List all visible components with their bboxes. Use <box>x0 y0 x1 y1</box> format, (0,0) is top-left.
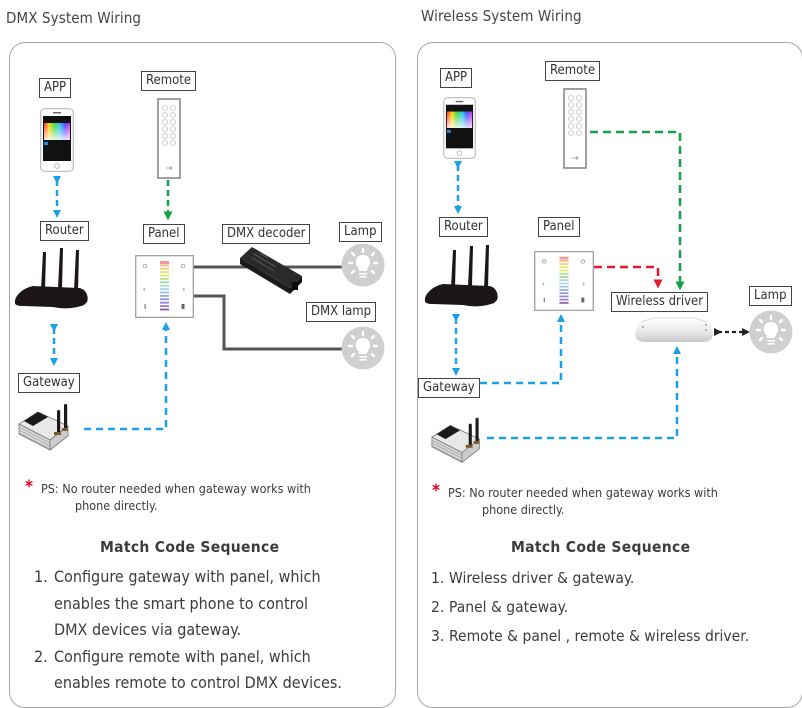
dmx-gateway-icon <box>18 404 69 451</box>
slider-segment <box>559 276 569 278</box>
slider-segment <box>559 272 569 275</box>
dmx-asterisk-icon: * <box>25 477 33 497</box>
dmx-step-line: Configure gateway with panel, which <box>54 567 321 586</box>
slider-segment <box>559 269 569 272</box>
slider-segment <box>559 292 569 295</box>
dmx-sequence-list: 1. Configure gateway with panel, which e… <box>34 564 394 697</box>
dmx-sequence-title: Match Code Sequence <box>100 538 280 556</box>
dmx-panel-label: Panel <box>143 224 185 244</box>
wl-note-line2: phone directly. <box>482 502 565 517</box>
wl-ps-note: * PS: No router needed when gateway work… <box>432 483 718 518</box>
slider-segment <box>559 295 569 298</box>
dmx-step: 2. Configure remote with panel, which en… <box>34 644 394 697</box>
dmx-step-line: enables remote to control DMX devices. <box>54 673 342 692</box>
slider-segment <box>559 302 569 304</box>
dmx-router-icon <box>14 248 88 309</box>
wl-step-line: Panel & gateway. <box>449 598 569 616</box>
dmx-dmxlamp-icon <box>341 326 385 370</box>
dmx-lamp-label: Lamp <box>339 222 382 242</box>
slider-segment <box>559 266 569 269</box>
dmx-decoder-label: DMX decoder <box>222 224 311 244</box>
slider-segment <box>160 278 169 280</box>
wl-step-line: Wireless driver & gateway. <box>449 569 635 587</box>
wl-asterisk-icon: * <box>432 481 440 501</box>
wl-sequence-list: 1. Wireless driver & gateway. 2. Panel &… <box>431 564 801 651</box>
dmx-decoder-icon <box>240 247 302 294</box>
dmx-app-label: APP <box>39 78 72 98</box>
dmx-dmxlamp-label: DMX lamp <box>306 302 377 322</box>
slider-segment <box>160 298 169 301</box>
wl-router-label: Router <box>439 217 488 237</box>
wl-step: 3. Remote & panel , remote & wireless dr… <box>431 622 801 651</box>
wl-step-number: 1. <box>431 569 445 587</box>
wl-remote-icon <box>563 88 587 169</box>
dmx-note-prefix: PS: <box>41 481 59 496</box>
slider-segment <box>160 301 169 304</box>
wl-step: 1. Wireless driver & gateway. <box>431 564 801 593</box>
dmx-step-line: Configure remote with panel, which <box>54 646 311 666</box>
dmx-step-line: DMX devices via gateway. <box>54 620 242 639</box>
dmx-remote-label: Remote <box>141 71 197 91</box>
wl-step: 2. Panel & gateway. <box>431 593 801 622</box>
slider-segment <box>160 305 169 307</box>
wl-note-line1: No router needed when gateway works with <box>469 485 718 500</box>
slider-segment <box>160 264 169 267</box>
slider-segment <box>559 289 569 291</box>
wl-step-number: 3. <box>431 627 445 645</box>
dmx-note-line1: No router needed when gateway works with <box>62 481 311 496</box>
dmx-router-label: Router <box>40 221 89 241</box>
slider-segment <box>160 271 169 273</box>
wl-note-prefix: PS: <box>448 485 466 500</box>
slider-segment <box>559 282 569 285</box>
wl-remote-label: Remote <box>545 61 601 81</box>
wl-step-number: 2. <box>431 598 445 616</box>
slider-segment <box>559 279 569 282</box>
wl-lamp-icon <box>749 310 793 354</box>
slider-segment <box>160 288 169 290</box>
wl-sequence-title: Match Code Sequence <box>511 538 691 556</box>
dmx-remote-icon <box>157 98 181 179</box>
wireless-section-title: Wireless System Wiring <box>421 7 582 25</box>
slider-segment <box>160 274 169 277</box>
wl-panel-icon <box>534 251 594 311</box>
dmx-step: 1. Configure gateway with panel, which e… <box>34 564 394 644</box>
slider-segment <box>160 295 169 297</box>
slider-segment <box>559 256 569 260</box>
wl-driver-icon <box>635 317 713 342</box>
slider-segment <box>559 263 569 265</box>
wl-gateway-icon <box>431 417 481 464</box>
dmx-note-line2: phone directly. <box>75 498 158 513</box>
wl-lamp-label: Lamp <box>749 286 792 306</box>
wl-step-line: Remote & panel , remote & wireless drive… <box>449 627 750 645</box>
dmx-ps-note: * PS: No router needed when gateway work… <box>25 479 311 514</box>
dmx-step-line: enables the smart phone to control <box>54 593 309 613</box>
dmx-step-number: 2. <box>34 646 48 666</box>
wl-gateway-label: Gateway <box>418 378 480 398</box>
dmx-lamp-icon <box>341 243 385 287</box>
dmx-gateway-panel-link <box>84 322 170 431</box>
dmx-panel-slider <box>160 261 169 311</box>
slider-segment <box>559 285 569 288</box>
dmx-step-number: 1. <box>34 567 48 586</box>
wl-panel-label: Panel <box>538 217 580 237</box>
wl-phone-icon <box>443 97 476 159</box>
slider-segment <box>160 281 169 284</box>
slider-segment <box>160 284 169 287</box>
wl-driver-label: Wireless driver <box>611 292 709 312</box>
wl-panel-slider <box>559 256 569 304</box>
slider-segment <box>160 291 169 294</box>
slider-segment <box>160 261 169 264</box>
dmx-panel-icon <box>135 255 194 318</box>
dmx-gateway-label: Gateway <box>18 373 80 393</box>
wl-app-label: APP <box>440 68 473 88</box>
wl-router-icon <box>424 245 498 307</box>
slider-segment <box>559 259 569 262</box>
slider-segment <box>160 267 169 270</box>
slider-segment <box>559 298 569 301</box>
dmx-phone-icon <box>40 108 74 172</box>
slider-segment <box>160 308 169 311</box>
